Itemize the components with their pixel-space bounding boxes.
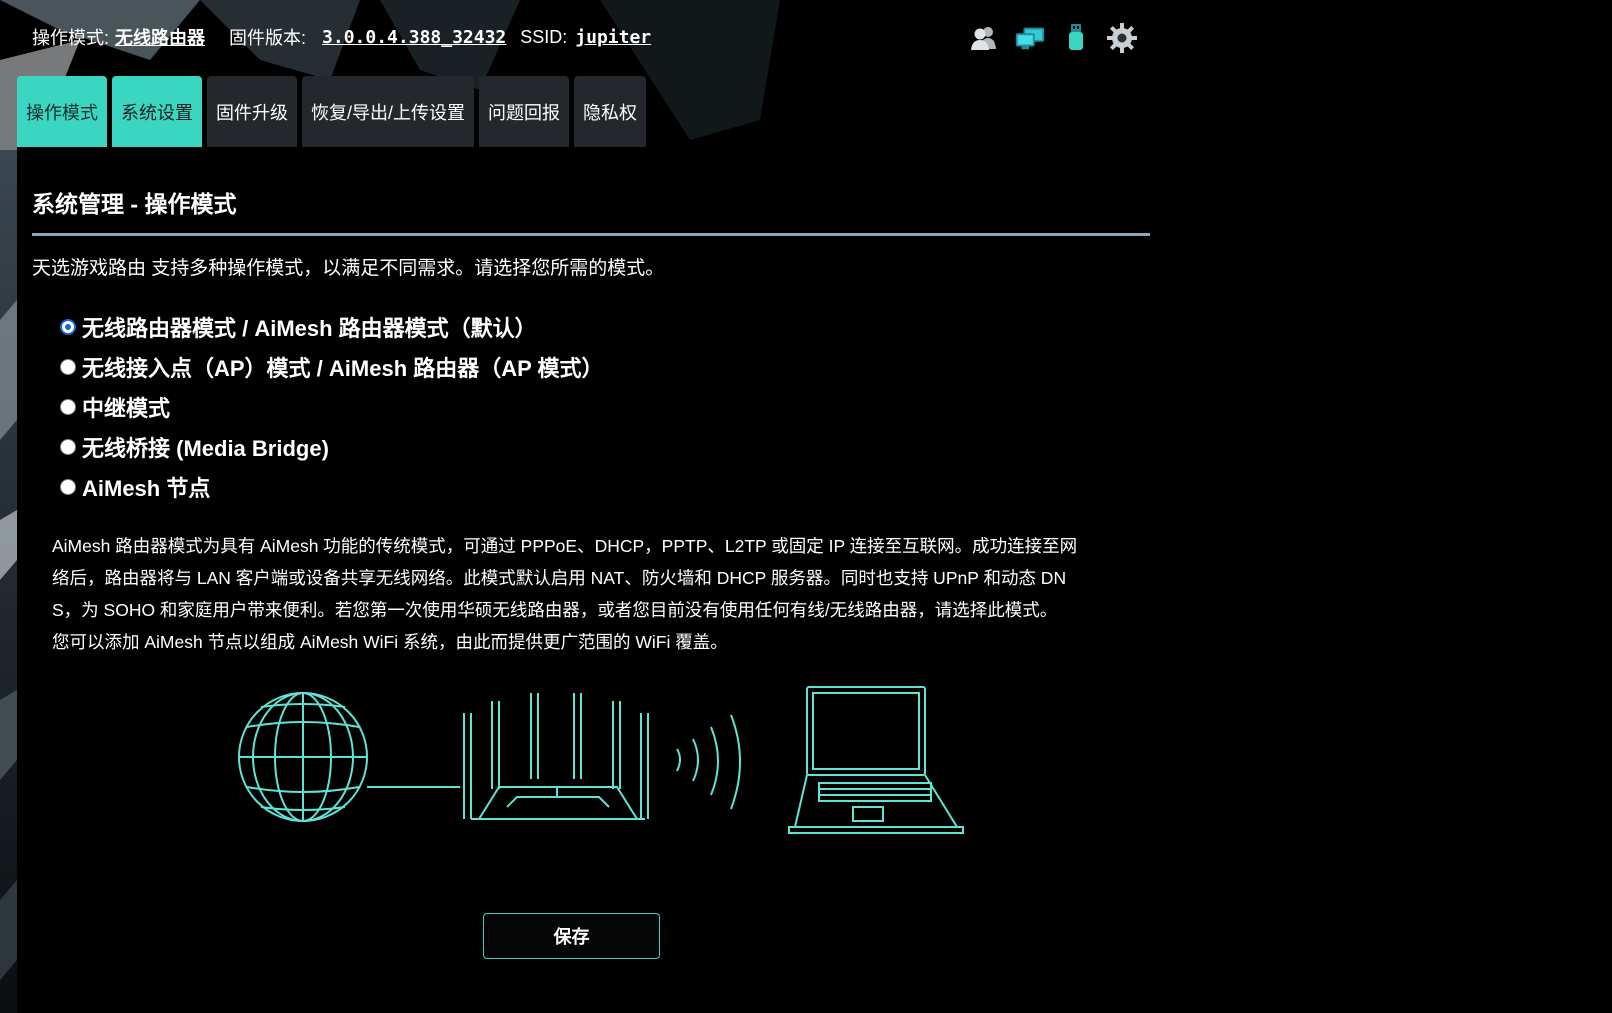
tab-firmware-upgrade[interactable]: 固件升级 bbox=[207, 76, 297, 147]
description-line: 您可以添加 AiMesh 节点以组成 AiMesh WiFi 系统，由此而提供更… bbox=[52, 632, 728, 652]
radio-media-bridge[interactable] bbox=[60, 439, 76, 455]
description-line: 络后，路由器将与 LAN 客户端或设备共享无线网络。此模式默认启用 NAT、防火… bbox=[52, 568, 1067, 588]
tab-system-settings[interactable]: 系统设置 bbox=[112, 76, 202, 147]
page-title: 系统管理 - 操作模式 bbox=[32, 191, 237, 217]
globe-icon bbox=[238, 692, 368, 822]
settings-tabs: 操作模式 系统设置 固件升级 恢复/导出/上传设置 问题回报 隐私权 bbox=[17, 76, 647, 147]
mode-description: AiMesh 路由器模式为具有 AiMesh 功能的传统模式，可通过 PPPoE… bbox=[52, 530, 1097, 658]
usb-icon[interactable] bbox=[1060, 22, 1092, 54]
radio-repeater[interactable] bbox=[60, 399, 76, 415]
users-icon[interactable] bbox=[968, 22, 1000, 54]
mode-option-access-point[interactable]: 无线接入点（AP）模式 / AiMesh 路由器（AP 模式） bbox=[60, 347, 604, 387]
firmware-label: 固件版本: bbox=[229, 28, 307, 48]
mode-option-label: 中继模式 bbox=[82, 396, 171, 421]
status-bar: 操作模式: 无线路由器 固件版本: 3.0.0.4.388_32432 SSID… bbox=[32, 22, 651, 52]
main-panel: 系统管理 - 操作模式 天选游戏路由 支持多种操作模式，以满足不同需求。请选择您… bbox=[17, 147, 1150, 1013]
topology-diagram bbox=[238, 686, 964, 834]
mode-option-aimesh-node[interactable]: AiMesh 节点 bbox=[60, 467, 604, 507]
mode-option-repeater[interactable]: 中继模式 bbox=[60, 387, 604, 427]
ssid-label: SSID: bbox=[520, 26, 568, 47]
tab-privacy[interactable]: 隐私权 bbox=[574, 76, 647, 147]
tab-feedback[interactable]: 问题回报 bbox=[479, 76, 570, 147]
operation-mode-link[interactable]: 无线路由器 bbox=[115, 24, 205, 50]
mode-option-label: 无线路由器模式 / AiMesh 路由器模式（默认） bbox=[82, 316, 537, 341]
radio-access-point[interactable] bbox=[60, 359, 76, 375]
mode-option-wireless-router[interactable]: 无线路由器模式 / AiMesh 路由器模式（默认） bbox=[60, 307, 604, 347]
operation-mode-options: 无线路由器模式 / AiMesh 路由器模式（默认） 无线接入点（AP）模式 /… bbox=[60, 307, 604, 507]
title-divider bbox=[32, 233, 1150, 236]
top-icon-bar bbox=[968, 22, 1138, 54]
radio-aimesh-node[interactable] bbox=[60, 479, 76, 495]
laptop-icon bbox=[788, 686, 964, 834]
ssid-link[interactable]: jupiter bbox=[575, 27, 651, 48]
save-button[interactable]: 保存 bbox=[483, 913, 660, 959]
settings-gear-icon[interactable] bbox=[1106, 22, 1138, 54]
tab-operation-mode[interactable]: 操作模式 bbox=[17, 76, 107, 147]
network-clients-icon[interactable] bbox=[1014, 22, 1046, 54]
mode-option-label: 无线接入点（AP）模式 / AiMesh 路由器（AP 模式） bbox=[82, 356, 604, 381]
intro-text: 天选游戏路由 支持多种操作模式，以满足不同需求。请选择您所需的模式。 bbox=[32, 258, 665, 279]
operation-mode-label: 操作模式: bbox=[32, 28, 110, 48]
tab-restore-save-upload[interactable]: 恢复/导出/上传设置 bbox=[302, 76, 475, 147]
mode-option-label: 无线桥接 (Media Bridge) bbox=[82, 436, 329, 461]
mode-option-media-bridge[interactable]: 无线桥接 (Media Bridge) bbox=[60, 427, 604, 467]
description-line: S，为 SOHO 和家庭用户带来便利。若您第一次使用华硕无线路由器，或者您目前没… bbox=[52, 600, 1058, 620]
firmware-version-link[interactable]: 3.0.0.4.388_32432 bbox=[322, 27, 506, 48]
wifi-signal-icon bbox=[676, 714, 741, 810]
router-icon bbox=[463, 693, 649, 820]
radio-wireless-router[interactable] bbox=[60, 319, 76, 335]
router-admin-page: 操作模式: 无线路由器 固件版本: 3.0.0.4.388_32432 SSID… bbox=[0, 0, 1612, 1013]
mode-option-label: AiMesh 节点 bbox=[82, 476, 211, 501]
description-line: AiMesh 路由器模式为具有 AiMesh 功能的传统模式，可通过 PPPoE… bbox=[52, 536, 1078, 556]
